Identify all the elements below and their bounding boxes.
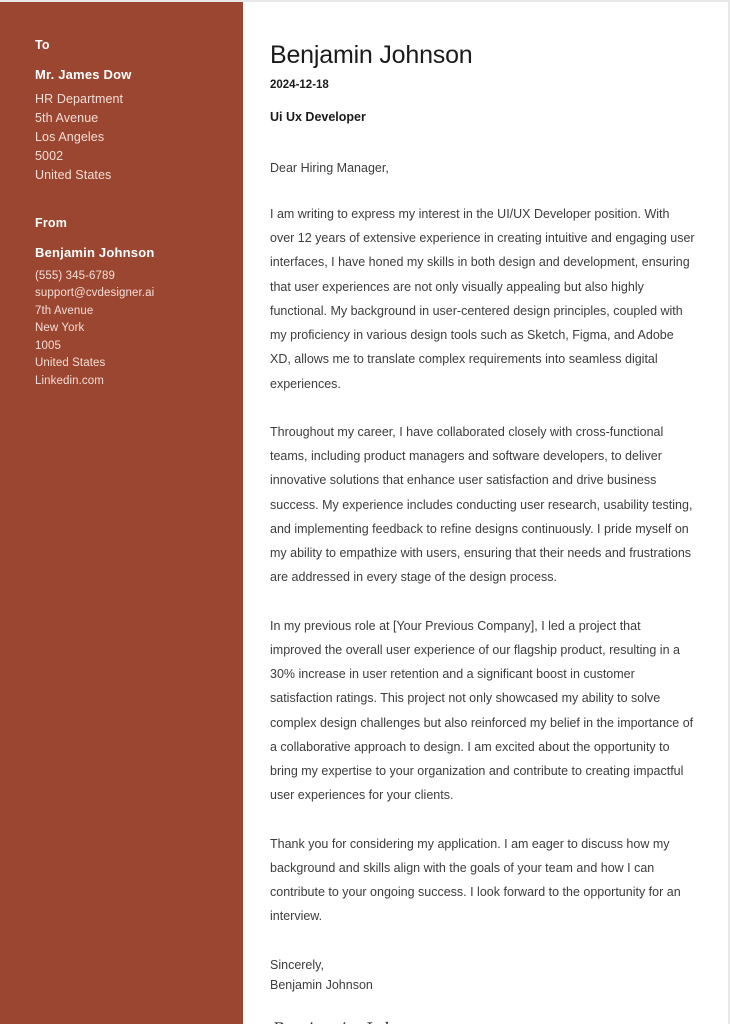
closing-name: Benjamin Johnson (270, 977, 373, 992)
letter-paragraph: In my previous role at [Your Previous Co… (270, 618, 694, 803)
closing-salutation: Sincerely, (270, 957, 324, 972)
page-title: Benjamin Johnson (270, 41, 473, 69)
sender-name: Benjamin Johnson (35, 244, 155, 260)
letter-body: Benjamin Johnson 2024-12-18 Ui Ux Develo… (270, 2, 695, 1024)
sender-line: 7th Avenue (35, 304, 94, 317)
recipient-line: Los Angeles (35, 129, 105, 144)
from-heading: From (35, 215, 68, 230)
sender-line: 1005 (35, 339, 61, 352)
recipient-block: To Mr. James Dow HR Department 5th Avenu… (35, 38, 243, 185)
sidebar: To Mr. James Dow HR Department 5th Avenu… (0, 2, 243, 1024)
letter-paragraph: Thank you for considering my application… (270, 836, 681, 924)
recipient-name: Mr. James Dow (35, 67, 132, 82)
signature: Benjamin Johnson (271, 1019, 439, 1024)
letter-date: 2024-12-18 (270, 79, 329, 91)
sender-phone: (555) 345-6789 (35, 269, 116, 282)
recipient-line: HR Department (35, 91, 124, 106)
recipient-line: United States (35, 167, 112, 182)
to-heading: To (35, 38, 50, 52)
sender-line: United States (35, 357, 106, 370)
sender-line: New York (35, 322, 85, 335)
recipient-line: 5002 (35, 148, 64, 163)
letter-paragraph: I am writing to express my interest in t… (270, 206, 695, 391)
salutation: Dear Hiring Manager, (270, 160, 389, 175)
sender-block: From Benjamin Johnson (555) 345-6789 sup… (35, 216, 243, 390)
letter-paragraph: Throughout my career, I have collaborate… (270, 424, 693, 585)
sender-email: support@cvdesigner.ai (35, 287, 155, 300)
recipient-line: 5th Avenue (35, 110, 99, 125)
cover-letter-page: To Mr. James Dow HR Department 5th Avenu… (0, 0, 730, 1024)
sender-linkedin[interactable]: Linkedin.com (35, 373, 243, 390)
job-title: Ui Ux Developer (270, 109, 366, 124)
